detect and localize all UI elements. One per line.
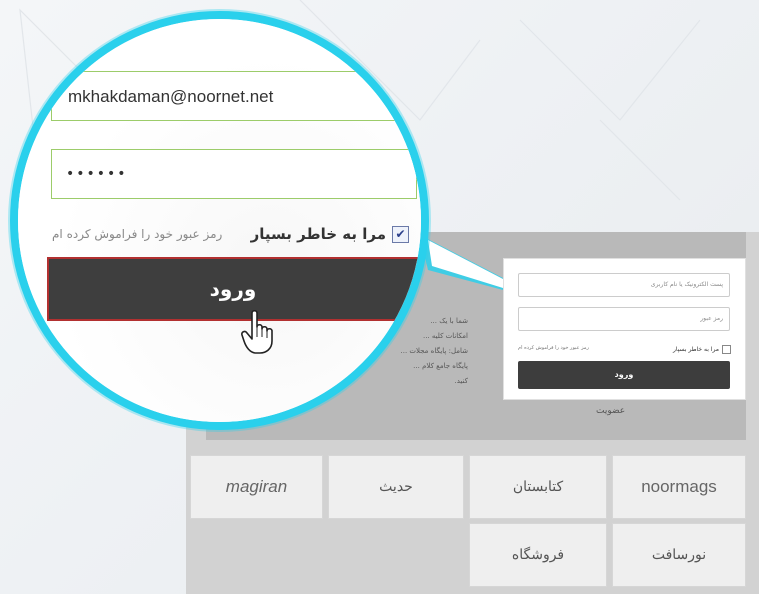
mini-login-button[interactable]: ورود (518, 361, 730, 389)
mini-forgot-link[interactable]: رمز عبور خود را فراموش کرده ام (518, 345, 589, 351)
mini-login-card: پست الکترونیک یا نام کاربری رمز عبور مرا… (503, 258, 746, 400)
login-button[interactable]: ورود (47, 257, 419, 321)
tile-label: magiran (225, 477, 288, 496)
tile-label: حدیث (379, 479, 413, 495)
remember-label: مرا به خاطر بسپار (250, 225, 386, 243)
password-field[interactable]: •••••• (51, 149, 417, 199)
membership-link[interactable]: عضویت (596, 406, 625, 416)
tile-label: noormags (641, 477, 717, 496)
mini-checkbox[interactable] (722, 345, 731, 354)
mini-password-input[interactable]: رمز عبور (518, 307, 730, 331)
forgot-password-link[interactable]: رمز عبور خود را فراموش کرده ام (52, 227, 222, 241)
tile-label: کتابستان (512, 479, 564, 495)
mini-email-input[interactable]: پست الکترونیک یا نام کاربری (518, 273, 730, 297)
tile-ketabnak[interactable]: کتابستان (469, 455, 607, 519)
check-icon: ✔ (395, 226, 406, 241)
magnifier-circle: mkhakdaman@noornet.net •••••• ✔ مرا به خ… (10, 11, 429, 430)
tile-hadith[interactable]: حدیث (328, 455, 464, 519)
tile-noorsoft[interactable]: نورسافت (612, 523, 746, 587)
hand-cursor-icon (241, 309, 273, 354)
tile-label: نورسافت (651, 547, 707, 563)
remember-me-row[interactable]: ✔ مرا به خاطر بسپار (251, 225, 409, 243)
tile-store[interactable]: فروشگاه (469, 523, 607, 587)
tile-magiran[interactable]: magiran (190, 455, 323, 519)
remember-checkbox[interactable]: ✔ (392, 225, 409, 243)
mini-remember-row[interactable]: مرا به خاطر بسپار (673, 345, 731, 354)
email-field[interactable]: mkhakdaman@noornet.net (51, 71, 421, 121)
tile-label: فروشگاه (511, 547, 565, 563)
mini-remember-label: مرا به خاطر بسپار (673, 346, 719, 353)
tile-noormags[interactable]: noormags (612, 455, 746, 519)
